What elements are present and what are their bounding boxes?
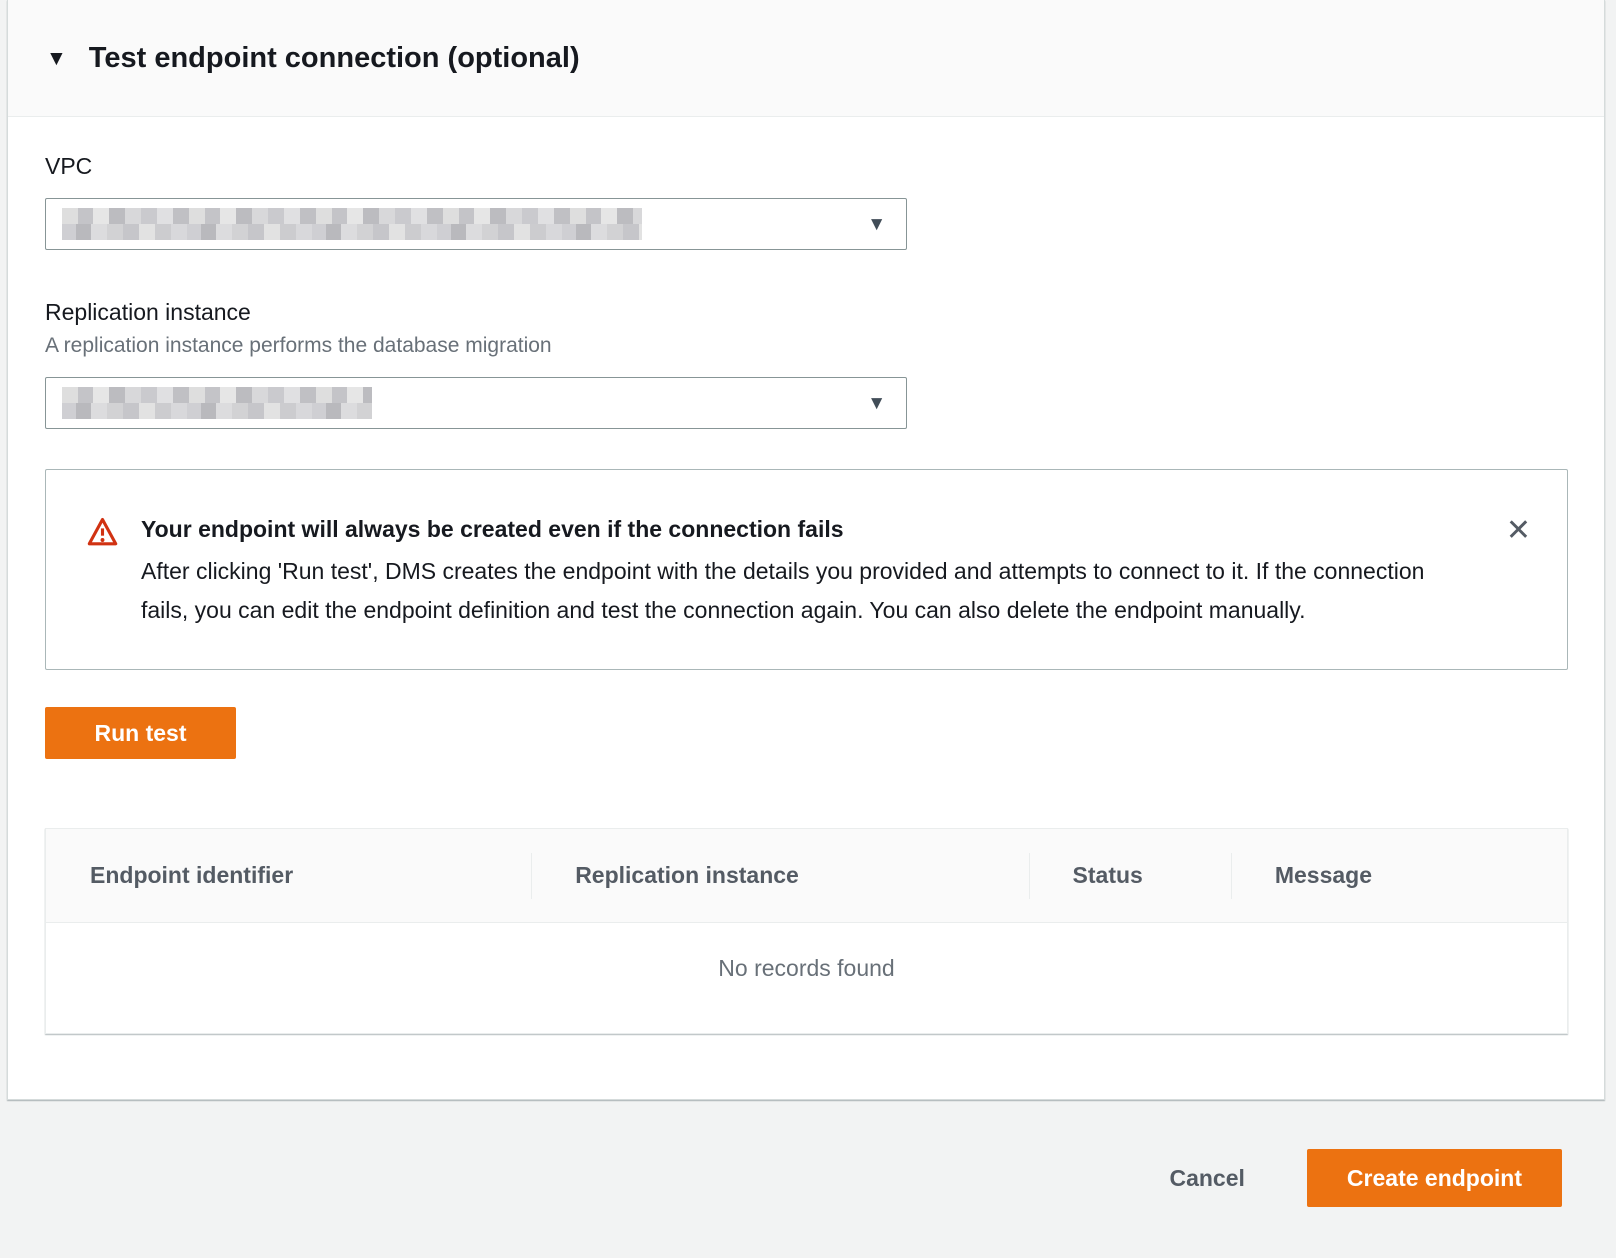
replication-instance-description: A replication instance performs the data…	[45, 333, 1568, 359]
replication-instance-select[interactable]: ▼	[45, 377, 907, 429]
column-header-endpoint-identifier: Endpoint identifier	[46, 862, 531, 889]
chevron-down-icon: ▼	[867, 215, 886, 234]
chevron-down-icon: ▼	[867, 394, 886, 413]
vpc-select[interactable]: ▼	[45, 198, 907, 250]
replication-instance-field-group: Replication instance A replication insta…	[45, 298, 1568, 429]
replication-instance-label: Replication instance	[45, 298, 1568, 326]
section-header[interactable]: ▼ Test endpoint connection (optional)	[8, 0, 1604, 117]
warning-body-text: After clicking 'Run test', DMS creates t…	[141, 552, 1436, 629]
connection-results-table: Endpoint identifier Replication instance…	[45, 828, 1568, 1034]
create-endpoint-button[interactable]: Create endpoint	[1307, 1149, 1562, 1207]
column-header-replication-instance: Replication instance	[531, 862, 1028, 889]
close-icon[interactable]: ✕	[1506, 516, 1531, 546]
cancel-button[interactable]: Cancel	[1169, 1165, 1244, 1192]
column-header-status: Status	[1029, 862, 1231, 889]
warning-triangle-icon	[86, 516, 119, 552]
section-title: Test endpoint connection (optional)	[89, 42, 580, 75]
table-header-row: Endpoint identifier Replication instance…	[46, 829, 1567, 923]
collapse-triangle-icon[interactable]: ▼	[46, 48, 67, 69]
warning-title: Your endpoint will always be created eve…	[141, 514, 1486, 544]
replication-instance-selected-value-redacted	[62, 387, 372, 419]
test-endpoint-connection-panel: ▼ Test endpoint connection (optional) VP…	[7, 0, 1605, 1100]
section-body: VPC ▼ Replication instance A replication…	[8, 117, 1604, 1034]
vpc-label: VPC	[45, 152, 1568, 180]
table-empty-state: No records found	[46, 923, 1567, 1033]
run-test-button[interactable]: Run test	[45, 707, 236, 759]
vpc-field-group: VPC ▼	[45, 152, 1568, 250]
vpc-selected-value-redacted	[62, 208, 642, 240]
warning-content: Your endpoint will always be created eve…	[141, 514, 1486, 629]
warning-alert: Your endpoint will always be created eve…	[45, 469, 1568, 670]
column-header-message: Message	[1231, 862, 1567, 889]
footer-actions: Cancel Create endpoint	[1169, 1149, 1562, 1207]
page: ▼ Test endpoint connection (optional) VP…	[0, 0, 1616, 1258]
